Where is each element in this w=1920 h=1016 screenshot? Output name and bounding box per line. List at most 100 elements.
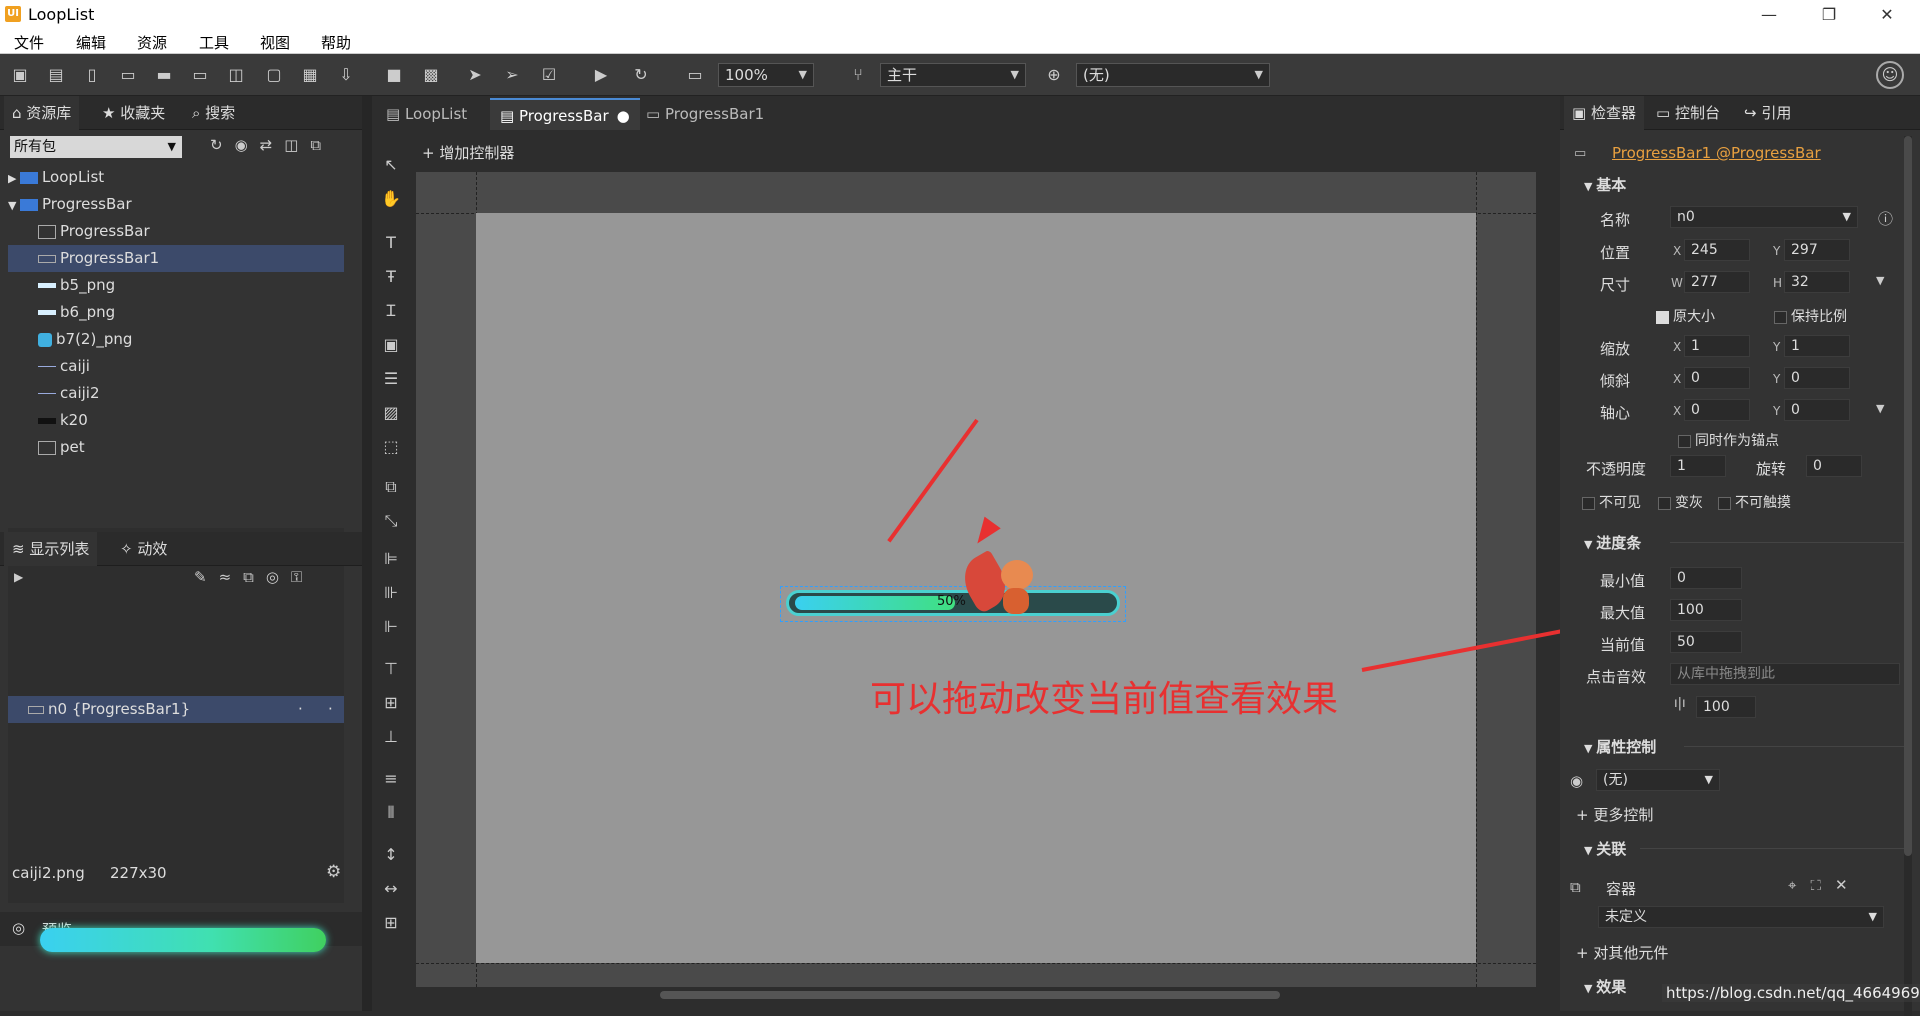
chevron-down-icon[interactable]: ▼ — [8, 199, 20, 212]
scrollbar-thumb[interactable] — [1904, 136, 1912, 856]
tab-favorites[interactable]: ★ 收藏夹 — [94, 96, 173, 130]
align-left-icon[interactable]: ⊫ — [380, 548, 402, 570]
relation-tool-icons[interactable]: ⌖⛶✕ — [1788, 876, 1862, 894]
distribute-v-icon[interactable]: ≡ — [380, 768, 402, 790]
scale-y-field[interactable]: 1 — [1784, 335, 1850, 357]
add-controller-button[interactable]: + 增加控制器 — [422, 142, 514, 163]
tree-item-progressbar[interactable]: ▼ ProgressBar — [8, 191, 344, 218]
new-label-icon[interactable]: ▢ — [263, 64, 285, 86]
library-tool-icons[interactable]: ↻◉⇄◫⧉ — [210, 136, 333, 154]
close-button[interactable]: ✕ — [1862, 2, 1912, 28]
height-field[interactable]: 32 — [1784, 271, 1850, 293]
refresh-icon[interactable]: ↻ — [630, 64, 652, 86]
play-icon[interactable]: ▶ — [590, 64, 612, 86]
section-progress[interactable]: ▼ 进度条 — [1584, 532, 1641, 553]
transform-tool-icon[interactable]: ⤡ — [380, 510, 402, 532]
component-link[interactable]: ProgressBar1 @ProgressBar — [1612, 144, 1821, 162]
pos-x-field[interactable]: 245 — [1684, 239, 1750, 261]
new-slider-icon[interactable]: ◫ — [225, 64, 247, 86]
left-splitter[interactable] — [362, 96, 372, 1011]
zoom-select[interactable]: 100% ▼ — [718, 63, 814, 87]
tree-item-b7-2-png[interactable]: b7(2)_png — [8, 326, 344, 353]
same-width-icon[interactable]: ↔ — [380, 878, 402, 900]
language-select[interactable]: (无) ▼ — [1076, 63, 1270, 87]
tree-item-progressbar1[interactable]: ProgressBar1 — [8, 245, 344, 272]
horizontal-scrollbar[interactable] — [660, 991, 1280, 999]
doc-tab-progressbar1[interactable]: ▭ ProgressBar1 — [636, 98, 774, 130]
align-right-icon[interactable]: ⊩ — [380, 616, 402, 638]
new-font-icon[interactable]: ▯ — [81, 64, 103, 86]
user-avatar-icon[interactable]: ☺ — [1876, 61, 1904, 89]
tree-item-b6-png[interactable]: b6_png — [8, 299, 344, 326]
visible-dot-icon[interactable]: · — [298, 696, 303, 723]
maximize-button[interactable]: ❐ — [1804, 2, 1854, 28]
new-movieclip-icon[interactable]: ▦ — [299, 64, 321, 86]
same-height-icon[interactable]: ↕ — [380, 844, 402, 866]
tree-item-looplist[interactable]: ▶ LoopList — [8, 164, 344, 191]
untouchable-checkbox[interactable]: 不可触摸 — [1718, 492, 1791, 512]
richtext-tool-icon[interactable]: Ŧ — [380, 266, 402, 288]
package-filter-select[interactable]: 所有包 ▼ — [10, 136, 182, 158]
menu-tools[interactable]: 工具 — [199, 32, 229, 53]
graph-tool-icon[interactable]: ▨ — [380, 402, 402, 424]
align-top-icon[interactable]: ⊤ — [380, 658, 402, 680]
lock-dot-icon[interactable]: · — [328, 696, 333, 723]
section-basic[interactable]: ▼ 基本 — [1584, 174, 1626, 195]
tab-display-list[interactable]: ≋ 显示列表 — [4, 532, 98, 566]
skew-y-field[interactable]: 0 — [1784, 367, 1850, 389]
original-size-checkbox[interactable]: 原大小 — [1656, 306, 1715, 326]
section-relation[interactable]: ▼ 关联 — [1584, 838, 1626, 859]
distribute-h-icon[interactable]: ⦀ — [380, 802, 402, 824]
new-progressbar-icon[interactable]: ▭ — [189, 64, 211, 86]
volume-field[interactable]: 100 — [1696, 696, 1756, 718]
gray-checkbox[interactable]: 变灰 — [1658, 492, 1703, 512]
new-combo-icon[interactable]: ▬ — [153, 64, 175, 86]
tree-item-caiji[interactable]: caiji — [8, 353, 344, 380]
display-tool-icons[interactable]: ✎≈⧉◎⚿ — [194, 568, 314, 586]
publish-check-icon[interactable]: ☑ — [538, 64, 560, 86]
other-relation-button[interactable]: + 对其他元件 — [1576, 942, 1668, 963]
tree-item-progressbar[interactable]: ProgressBar — [8, 218, 344, 245]
menu-view[interactable]: 视图 — [260, 32, 290, 53]
section-effect[interactable]: ▼ 效果 — [1584, 976, 1626, 997]
grid-icon[interactable]: ⊞ — [380, 912, 402, 934]
gear-icon[interactable]: ⚙ — [326, 862, 341, 882]
save-icon[interactable]: ■ — [383, 64, 405, 86]
anchor-checkbox[interactable]: 同时作为锚点 — [1678, 430, 1779, 450]
component-tool-icon[interactable]: ⧉ — [380, 476, 402, 498]
new-component-icon[interactable]: ▤ — [45, 64, 67, 86]
publish-icon[interactable]: ➤ — [464, 64, 486, 86]
display-list-item[interactable]: n0 {ProgressBar1} · · — [8, 696, 344, 723]
value-field[interactable]: 50 — [1670, 631, 1742, 653]
import-icon[interactable]: ⇩ — [335, 64, 357, 86]
chevron-down-icon[interactable]: ▼ — [1876, 402, 1884, 415]
publish-settings-icon[interactable]: ➢ — [501, 64, 523, 86]
name-field[interactable]: n0 ▼ — [1670, 206, 1858, 228]
prop-ctrl-select[interactable]: (无) ▼ — [1596, 769, 1720, 791]
chevron-right-icon[interactable]: ▶ — [8, 172, 20, 185]
monitor-icon[interactable]: ▭ — [684, 64, 706, 86]
pos-y-field[interactable]: 297 — [1784, 239, 1850, 261]
menu-assets[interactable]: 资源 — [137, 32, 167, 53]
pivot-y-field[interactable]: 0 — [1784, 399, 1850, 421]
image-tool-icon[interactable]: ▣ — [380, 334, 402, 356]
alpha-field[interactable]: 1 — [1670, 455, 1726, 477]
menu-file[interactable]: 文件 — [14, 32, 44, 53]
new-package-icon[interactable]: ▣ — [9, 64, 31, 86]
doc-tab-looplist[interactable]: ▤ LoopList — [376, 98, 477, 130]
tab-inspector[interactable]: ▣ 检查器 — [1564, 96, 1644, 130]
skew-x-field[interactable]: 0 — [1684, 367, 1750, 389]
list-tool-icon[interactable]: ☰ — [380, 368, 402, 390]
more-controls-button[interactable]: + 更多控制 — [1576, 804, 1653, 825]
info-icon[interactable]: ⓘ — [1878, 208, 1893, 229]
minimize-button[interactable]: — — [1744, 2, 1794, 28]
new-button-icon[interactable]: ▭ — [117, 64, 139, 86]
chevron-down-icon[interactable]: ▼ — [1876, 274, 1884, 287]
input-tool-icon[interactable]: Ɪ — [380, 300, 402, 322]
tab-transitions[interactable]: ✧ 动效 — [112, 532, 175, 566]
tab-references[interactable]: ↪ 引用 — [1736, 96, 1799, 130]
expand-icon[interactable]: ▶ — [14, 570, 23, 584]
tree-item-k20[interactable]: k20 — [8, 407, 344, 434]
tab-search[interactable]: ⌕ 搜索 — [184, 96, 243, 130]
hand-tool-icon[interactable]: ✋ — [380, 188, 402, 210]
